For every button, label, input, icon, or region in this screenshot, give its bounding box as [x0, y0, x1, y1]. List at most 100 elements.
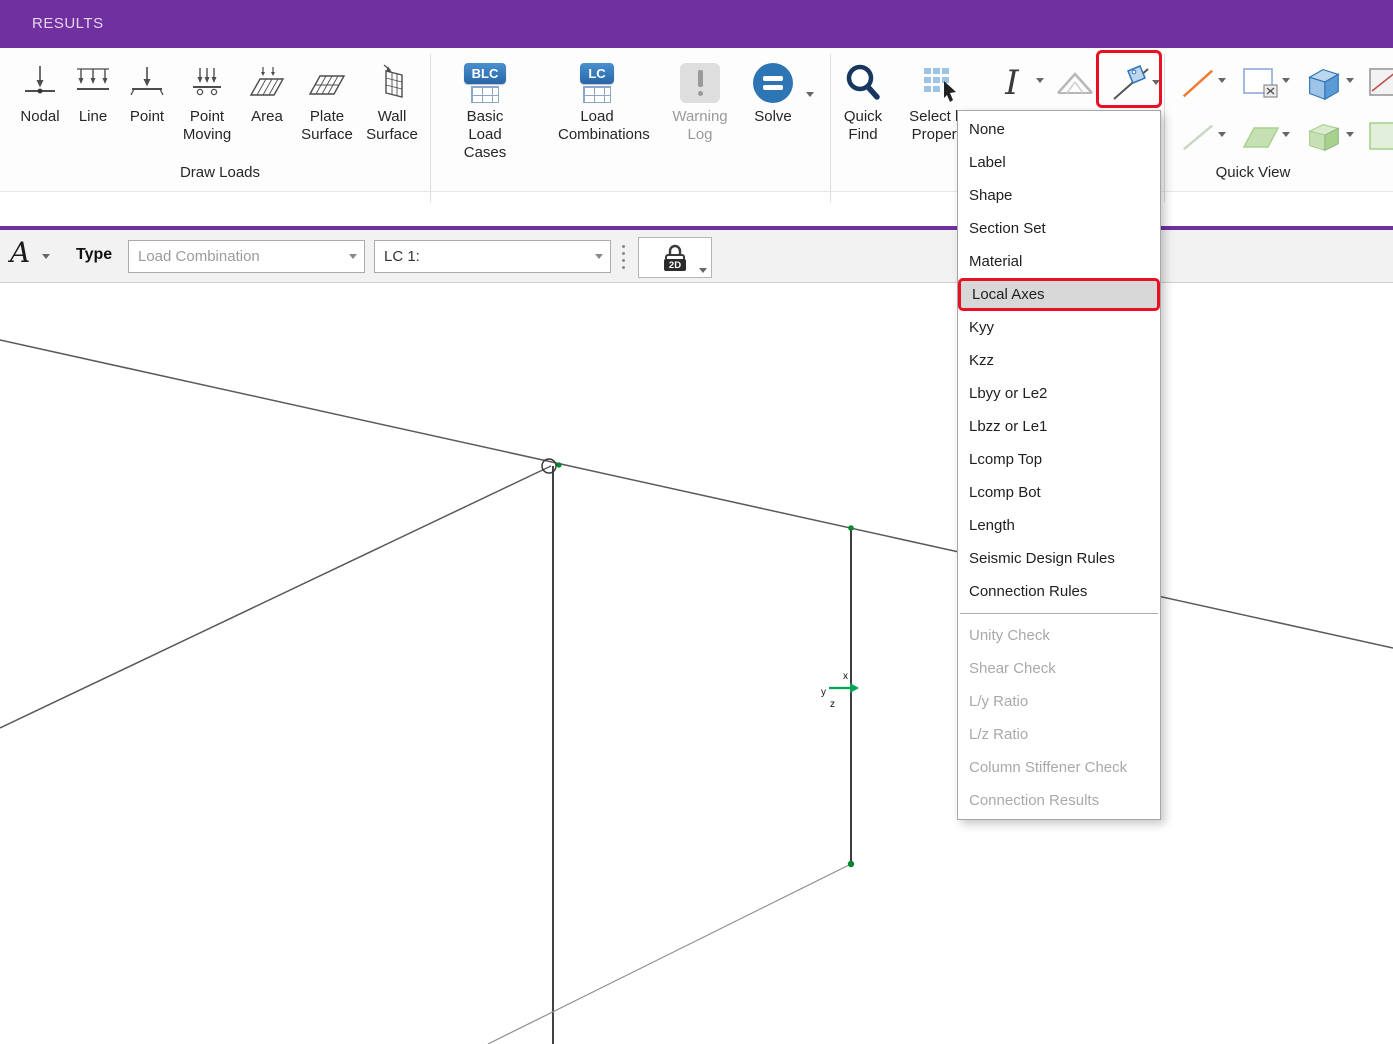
- page-title: RESULTS: [32, 0, 104, 48]
- area-load-icon: [245, 61, 289, 105]
- node-dot[interactable]: [848, 861, 854, 867]
- load-type-value: Load Combination: [129, 248, 342, 265]
- area-load-button[interactable]: Area: [239, 58, 295, 126]
- menu-item-shape[interactable]: Shape: [958, 179, 1160, 212]
- load-combinations-label: Load Combinations: [558, 108, 636, 144]
- local-axis-y-label: y: [821, 687, 826, 698]
- menu-item-label[interactable]: Label: [958, 146, 1160, 179]
- local-axes-glyph: x y z: [821, 671, 859, 710]
- roof-eave-member[interactable]: [0, 466, 551, 728]
- menu-item-kzz[interactable]: Kzz: [958, 344, 1160, 377]
- draw-loads-group-label: Draw Loads: [145, 164, 295, 181]
- solid-display-button[interactable]: [1302, 58, 1344, 108]
- menu-item-kyy[interactable]: Kyy: [958, 311, 1160, 344]
- member-label-options-caret[interactable]: [1152, 80, 1160, 85]
- warning-icon: [680, 63, 720, 103]
- load-type-dropdown-caret[interactable]: [342, 241, 364, 272]
- app-window: RESULTS Nodal Line: [0, 0, 1393, 1044]
- model-wireframe: x y z: [0, 283, 1393, 1044]
- solid-results-caret: [1346, 132, 1354, 137]
- member-label-options-button[interactable]: [1108, 58, 1152, 108]
- member-rendering-caret[interactable]: [1218, 78, 1226, 83]
- beam-shape-display-button[interactable]: I: [994, 58, 1030, 108]
- load-type-combobox[interactable]: Load Combination: [128, 240, 365, 273]
- node-dot[interactable]: [848, 525, 854, 531]
- beam-shape-caret[interactable]: [1036, 78, 1044, 83]
- blc-badge: BLC: [464, 63, 507, 84]
- select-by-property-icon: [919, 61, 961, 105]
- magnifier-icon: [843, 62, 883, 104]
- wall-box-icon: [1366, 63, 1393, 103]
- menu-item-unity-check: Unity Check: [958, 619, 1160, 652]
- quick-view-group-label: Quick View: [1183, 164, 1323, 181]
- ribbon-divider: [830, 54, 831, 202]
- roof-ridge-member[interactable]: [0, 340, 1393, 648]
- lc-badge: LC: [580, 63, 613, 84]
- green-box-icon: [1366, 117, 1393, 157]
- point-load-button[interactable]: Point: [119, 58, 175, 126]
- nodal-load-button[interactable]: Nodal: [12, 58, 68, 126]
- point-load-label: Point: [119, 108, 175, 126]
- quick-find-button[interactable]: Quick Find: [833, 58, 893, 144]
- menu-item-none[interactable]: None: [958, 113, 1160, 146]
- menu-item-shear-check: Shear Check: [958, 652, 1160, 685]
- menu-item-length[interactable]: Length: [958, 509, 1160, 542]
- line-load-button[interactable]: Line: [65, 58, 121, 126]
- wall-display-button[interactable]: [1366, 58, 1393, 108]
- area-load-label: Area: [239, 108, 295, 126]
- quick-find-label: Quick Find: [833, 108, 893, 144]
- load-combinations-button[interactable]: LC Load Combinations: [558, 58, 636, 144]
- menu-item-section-set[interactable]: Section Set: [958, 212, 1160, 245]
- menu-item-seismic-design-rules[interactable]: Seismic Design Rules: [958, 542, 1160, 575]
- plate-display-caret[interactable]: [1282, 78, 1290, 83]
- menu-item-lcomp-top[interactable]: Lcomp Top: [958, 443, 1160, 476]
- solid-display-caret[interactable]: [1346, 78, 1354, 83]
- line-load-label: Line: [65, 108, 121, 126]
- load-case-combobox[interactable]: LC 1:: [374, 240, 611, 273]
- wall-surface-load-label: Wall Surface: [358, 108, 426, 144]
- disabled-line-icon: [1178, 117, 1216, 157]
- menu-item-lbyy[interactable]: Lbyy or Le2: [958, 377, 1160, 410]
- lock-2d-caret[interactable]: [699, 268, 707, 273]
- solve-button[interactable]: Solve: [744, 58, 802, 126]
- menu-item-lbzz[interactable]: Lbzz or Le1: [958, 410, 1160, 443]
- menu-item-local-axes[interactable]: Local Axes: [958, 278, 1160, 311]
- annotation-font-tool[interactable]: A: [10, 236, 30, 269]
- floor-brace-member[interactable]: [488, 864, 851, 1044]
- wall-results-button: [1366, 112, 1393, 162]
- lock-2d-icon: 2D: [657, 241, 693, 275]
- model-canvas[interactable]: x y z: [0, 283, 1393, 1044]
- green-cube-icon: [1302, 117, 1344, 157]
- type-label: Type: [76, 246, 112, 264]
- plate-results-button: [1240, 112, 1280, 162]
- lock-2d-button[interactable]: 2D: [638, 237, 712, 278]
- node-dot[interactable]: [556, 462, 561, 467]
- point-moving-load-icon: [185, 61, 229, 105]
- menu-item-connection-rules[interactable]: Connection Rules: [958, 575, 1160, 608]
- menu-item-connection-results: Connection Results: [958, 784, 1160, 817]
- plate-surface-load-button[interactable]: Plate Surface: [292, 58, 362, 144]
- cube-icon: [1302, 62, 1344, 104]
- secondary-toolbar: A Type Load Combination LC 1: 2D: [0, 230, 1393, 283]
- wall-surface-load-button[interactable]: Wall Surface: [358, 58, 426, 144]
- ribbon-divider: [1164, 54, 1165, 202]
- basic-load-cases-button[interactable]: BLC Basic Load Cases: [448, 58, 522, 162]
- load-case-dropdown-caret[interactable]: [588, 241, 610, 272]
- menu-item-material[interactable]: Material: [958, 245, 1160, 278]
- ribbon: Nodal Line Point: [0, 48, 1393, 192]
- point-moving-load-button[interactable]: Point Moving: [172, 58, 242, 144]
- local-axis-x-label: x: [843, 671, 848, 682]
- solve-dropdown-caret[interactable]: [806, 92, 814, 97]
- annotation-font-caret[interactable]: [42, 254, 50, 259]
- title-bar: RESULTS: [0, 0, 1393, 48]
- menu-separator: [960, 613, 1158, 614]
- member-rendering-button[interactable]: [1178, 58, 1216, 108]
- wall-surface-load-icon: [370, 61, 414, 105]
- member-results-button: [1178, 112, 1216, 162]
- plate-display-button[interactable]: [1240, 58, 1280, 108]
- toolbar-grip[interactable]: [622, 245, 625, 269]
- solve-icon: [753, 63, 793, 103]
- plate-results-caret: [1282, 132, 1290, 137]
- load-case-value: LC 1:: [375, 248, 588, 265]
- menu-item-lcomp-bot[interactable]: Lcomp Bot: [958, 476, 1160, 509]
